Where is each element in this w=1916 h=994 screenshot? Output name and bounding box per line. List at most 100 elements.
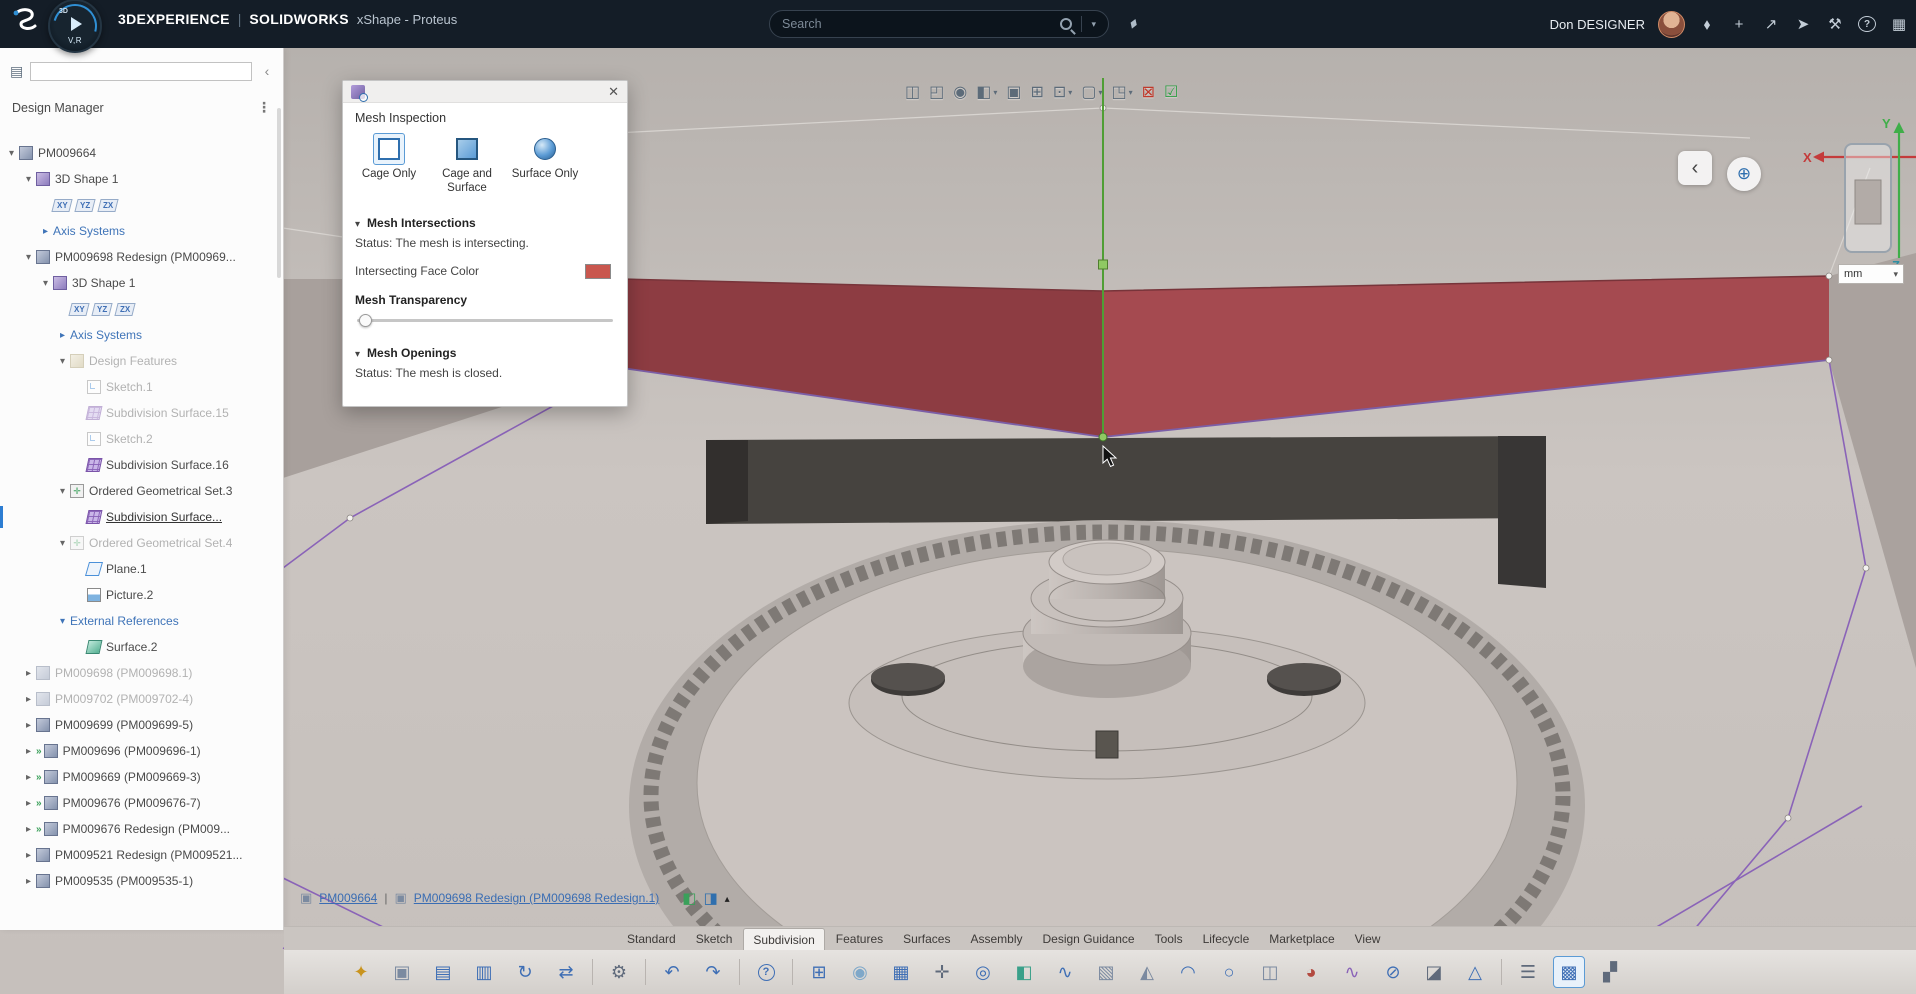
expanded-arrow-icon[interactable]: ▾ bbox=[55, 486, 70, 497]
tree-item[interactable]: ▾Design Features bbox=[0, 348, 283, 374]
mesh-intersections-header[interactable]: Mesh Intersections bbox=[343, 208, 627, 236]
tree-item[interactable]: ▾3D Shape 1 bbox=[0, 270, 283, 296]
collapse-panel-icon[interactable] bbox=[259, 63, 275, 81]
expanded-arrow-icon[interactable]: ▾ bbox=[55, 538, 70, 549]
collapsed-arrow-icon[interactable]: ▸ bbox=[38, 226, 53, 237]
collapsed-arrow-icon[interactable]: ▸ bbox=[21, 876, 36, 887]
plane-yz-icon[interactable]: YZ bbox=[91, 303, 112, 316]
tree-item[interactable]: ▸»PM009676 (PM009676-7) bbox=[0, 790, 283, 816]
viewport-3d[interactable]: ◫◰◉◧▾▣⊞⊡▾▢▾◳▾⊠☑ X Y Z mm PM009664 | PM00… bbox=[0, 48, 1916, 994]
arc-tool-icon[interactable]: ◠ bbox=[1173, 957, 1203, 987]
face-color-swatch[interactable] bbox=[585, 264, 611, 279]
tree-item[interactable]: ▾PM009664 bbox=[0, 140, 283, 166]
collapsed-arrow-icon[interactable]: ▸ bbox=[21, 798, 36, 809]
tree-filter-input[interactable] bbox=[30, 62, 252, 81]
thicken-layers-icon[interactable]: ☰ bbox=[1513, 957, 1543, 987]
save-options-icon[interactable]: ▥ bbox=[469, 957, 499, 987]
plane-yz-icon[interactable]: YZ bbox=[74, 199, 95, 212]
orientation-triad[interactable]: X Y Z bbox=[1795, 112, 1916, 272]
insert-component-icon[interactable]: ▣ bbox=[387, 957, 417, 987]
user-avatar[interactable] bbox=[1658, 11, 1685, 38]
plane-zx-icon[interactable]: ZX bbox=[114, 303, 135, 316]
send-icon[interactable]: ➤ bbox=[1794, 15, 1812, 33]
grid-options-icon[interactable]: ⊞ bbox=[1030, 82, 1043, 102]
tab-sketch[interactable]: Sketch bbox=[687, 928, 742, 951]
new-model-icon[interactable]: ✦ bbox=[346, 957, 376, 987]
tag-filter-button[interactable] bbox=[1121, 11, 1147, 37]
plane-zx-icon[interactable]: ZX bbox=[97, 199, 118, 212]
transfer-icon[interactable]: ⇄ bbox=[551, 957, 581, 987]
close-icon[interactable] bbox=[608, 84, 619, 100]
search-icon[interactable] bbox=[1060, 18, 1072, 30]
triad-tool-icon[interactable]: ✛ bbox=[927, 957, 957, 987]
tab-tools[interactable]: Tools bbox=[1146, 928, 1192, 951]
render-style-icon[interactable]: ◉ bbox=[953, 82, 967, 102]
3d-scene[interactable] bbox=[0, 48, 1916, 994]
grid-table-icon[interactable]: ⊞ bbox=[804, 957, 834, 987]
transparency-slider[interactable] bbox=[343, 309, 627, 338]
global-search[interactable]: ▾ bbox=[769, 10, 1109, 38]
tree-item[interactable]: Subdivision Surface... bbox=[0, 504, 283, 530]
fill-hole-icon[interactable]: ◕ bbox=[1296, 957, 1326, 987]
reference-point-icon[interactable]: ◎ bbox=[968, 957, 998, 987]
surface-patch-icon[interactable]: ◧ bbox=[1009, 957, 1039, 987]
expanded-arrow-icon[interactable]: ▾ bbox=[38, 278, 53, 289]
panel-scrollbar[interactable] bbox=[277, 108, 281, 278]
axis-handle[interactable] bbox=[1099, 260, 1108, 269]
collapsed-arrow-icon[interactable]: ▸ bbox=[21, 720, 36, 731]
expanded-arrow-icon[interactable]: ▾ bbox=[21, 252, 36, 263]
tree-planes-row[interactable]: XYYZZX bbox=[0, 296, 283, 322]
user-name[interactable]: Don DESIGNER bbox=[1550, 17, 1645, 32]
help-icon[interactable]: ? bbox=[751, 957, 781, 987]
tree-item[interactable]: ▸Axis Systems bbox=[0, 322, 283, 348]
expanded-arrow-icon[interactable]: ▾ bbox=[21, 174, 36, 185]
tree-item[interactable]: Sketch.1 bbox=[0, 374, 283, 400]
tree-item[interactable]: ▸PM009535 (PM009535-1) bbox=[0, 868, 283, 894]
expanded-arrow-icon[interactable]: ▾ bbox=[4, 148, 19, 159]
dropdown-caret-icon[interactable]: ▾ bbox=[1068, 88, 1072, 97]
subdivision-tool-icon[interactable]: ▩ bbox=[1554, 957, 1584, 987]
dropdown-caret-icon[interactable]: ▾ bbox=[993, 88, 997, 97]
tree-item[interactable]: Picture.2 bbox=[0, 582, 283, 608]
mode-cage-and-surface[interactable]: Cage and Surface bbox=[431, 133, 503, 196]
tree-item[interactable]: Subdivision Surface.16 bbox=[0, 452, 283, 478]
tree-item[interactable]: ▸PM009698 (PM009698.1) bbox=[0, 660, 283, 686]
collapsed-arrow-icon[interactable]: ▸ bbox=[21, 824, 36, 835]
flatten-mesh-icon[interactable]: ▞ bbox=[1595, 957, 1625, 987]
compass-widget[interactable]: 3D V,R bbox=[48, 0, 102, 53]
expand-breadcrumb-icon[interactable] bbox=[725, 891, 730, 905]
tree-item[interactable]: ▸PM009521 Redesign (PM009521... bbox=[0, 842, 283, 868]
workbench-icon-2[interactable] bbox=[703, 889, 717, 907]
tab-assembly[interactable]: Assembly bbox=[961, 928, 1031, 951]
tab-design-guidance[interactable]: Design Guidance bbox=[1034, 928, 1144, 951]
tree-item[interactable]: ▾Ordered Geometrical Set.4 bbox=[0, 530, 283, 556]
dropdown-caret-icon[interactable]: ▾ bbox=[1098, 88, 1102, 97]
tab-subdivision[interactable]: Subdivision bbox=[743, 928, 824, 951]
slice-plane-icon[interactable]: ◪ bbox=[1419, 957, 1449, 987]
collapsed-arrow-icon[interactable]: ▸ bbox=[21, 850, 36, 861]
dropdown-caret-icon[interactable]: ▾ bbox=[1129, 88, 1133, 97]
tab-features[interactable]: Features bbox=[827, 928, 892, 951]
mesh-openings-header[interactable]: Mesh Openings bbox=[343, 338, 627, 366]
collapsed-arrow-icon[interactable]: ▸ bbox=[21, 746, 36, 757]
expanded-arrow-icon[interactable]: ▾ bbox=[55, 616, 70, 627]
settings-icon[interactable]: ⚙ bbox=[604, 957, 634, 987]
collapsed-arrow-icon[interactable]: ▸ bbox=[21, 668, 36, 679]
undo-icon[interactable]: ↶ bbox=[657, 957, 687, 987]
curve-tool-icon[interactable]: ∿ bbox=[1050, 957, 1080, 987]
tools-icon[interactable]: ⚒ bbox=[1826, 15, 1844, 33]
selection-filter-icon[interactable]: ▢▾ bbox=[1081, 82, 1102, 102]
previous-view-button[interactable] bbox=[1678, 151, 1712, 185]
update-icon[interactable]: ↻ bbox=[510, 957, 540, 987]
tab-view[interactable]: View bbox=[1346, 928, 1390, 951]
selected-vertex[interactable] bbox=[1099, 433, 1107, 441]
tree-item[interactable]: ▾PM009698 Redesign (PM00969... bbox=[0, 244, 283, 270]
add-icon[interactable]: + bbox=[1730, 16, 1748, 33]
tree-planes-row[interactable]: XYYZZX bbox=[0, 192, 283, 218]
slider-track[interactable] bbox=[357, 319, 613, 322]
tree-structure-icon[interactable] bbox=[10, 63, 23, 81]
save-icon[interactable]: ▤ bbox=[428, 957, 458, 987]
trim-circle-icon[interactable]: ⊘ bbox=[1378, 957, 1408, 987]
tree-item[interactable]: ▾Ordered Geometrical Set.3 bbox=[0, 478, 283, 504]
section-collapse-icon[interactable] bbox=[355, 346, 360, 360]
